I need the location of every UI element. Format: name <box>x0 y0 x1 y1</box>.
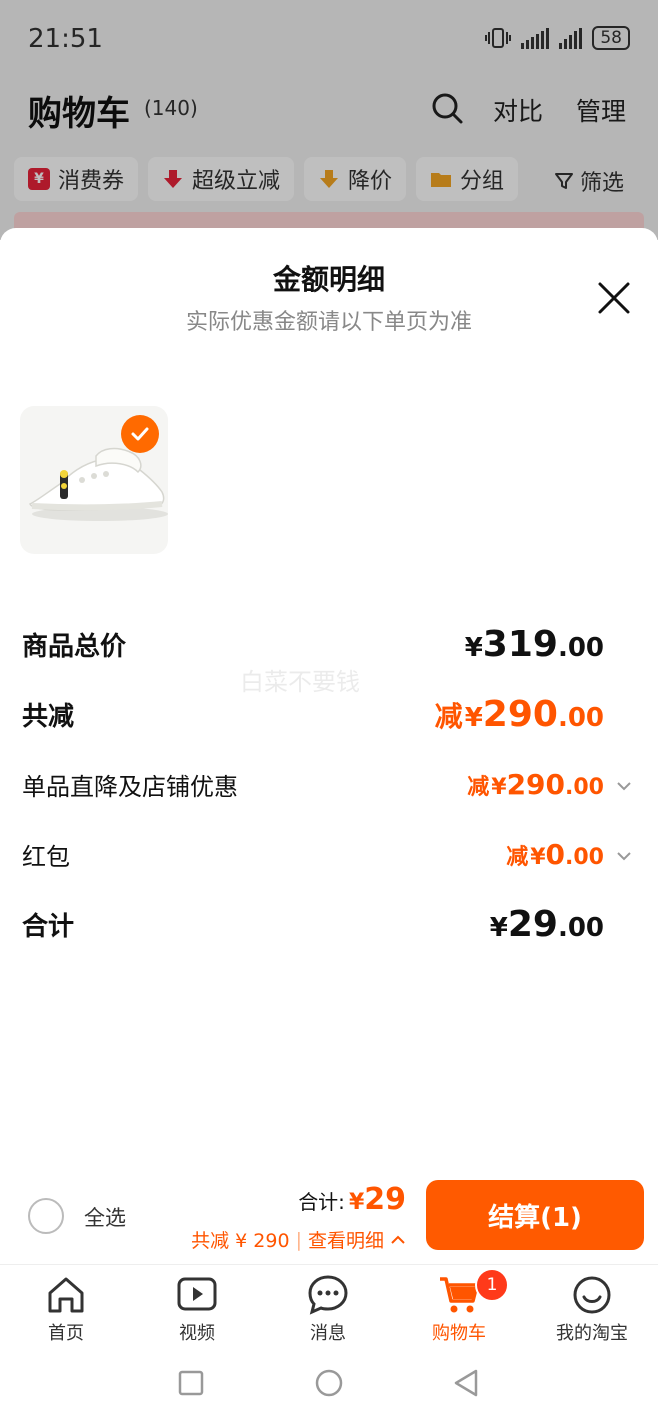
discount-amount: 减 ¥ 290 .00 <box>435 694 604 735</box>
select-all-label[interactable]: 全选 <box>84 1202 126 1232</box>
subtotal-amount: ¥ 319 .00 <box>465 624 604 665</box>
red-packet-amount[interactable]: 减 ¥ 0 .00 <box>506 838 604 871</box>
currency-symbol: ¥ <box>491 775 507 800</box>
saving-text: 共减 ¥ 290 <box>191 1230 290 1252</box>
select-all-checkbox[interactable] <box>28 1198 64 1234</box>
tab-video[interactable]: 视频 <box>131 1265 263 1345</box>
subtotal-label: 商品总价 <box>22 632 127 662</box>
chevron-down-icon[interactable] <box>616 778 632 794</box>
video-icon <box>177 1277 217 1311</box>
cart-badge: 1 <box>475 1268 509 1302</box>
minus-prefix: 减 <box>506 845 529 870</box>
tab-profile[interactable]: 我的淘宝 <box>526 1265 658 1345</box>
amount-integer: 29 <box>507 904 558 945</box>
system-nav-bar <box>0 1350 658 1416</box>
amount-integer: 290 <box>482 694 558 735</box>
store-discount-label: 单品直降及店铺优惠 <box>22 773 238 801</box>
watermark: 白菜不要钱 <box>240 668 360 696</box>
selected-check-icon[interactable] <box>121 415 159 453</box>
total-label: 合计: <box>298 1190 345 1214</box>
bottom-total: 合计: ¥ 29 <box>298 1182 406 1217</box>
store-discount-amount[interactable]: 减 ¥ 290 .00 <box>467 768 604 801</box>
red-packet-label: 红包 <box>22 843 70 871</box>
bottom-tab-bar: 首页 视频 消息 购物车 我的淘宝 <box>0 1264 658 1351</box>
cart-icon <box>440 1277 479 1313</box>
amount-decimal: .00 <box>557 703 604 733</box>
amount-decimal: .00 <box>565 845 604 870</box>
tab-label: 我的淘宝 <box>556 1323 628 1344</box>
discount-label: 共减 <box>22 702 75 732</box>
tab-label: 消息 <box>310 1323 346 1344</box>
chevron-down-icon[interactable] <box>616 848 632 864</box>
back-icon[interactable] <box>452 1368 480 1398</box>
chevron-up-icon <box>391 1235 405 1244</box>
tab-label: 购物车 <box>432 1323 486 1344</box>
currency-symbol: ¥ <box>464 633 483 663</box>
minus-prefix: 减 <box>434 700 463 733</box>
grand-total-label: 合计 <box>22 912 75 942</box>
background-page: 21:51 58 购物车 (140) 对比 管理 ¥ 消费券 超级立减 降价 分… <box>0 0 658 242</box>
sheet-subtitle: 实际优惠金额请以下单页为准 <box>185 310 472 335</box>
amount-decimal: .00 <box>557 913 604 943</box>
profile-icon <box>573 1276 611 1314</box>
message-icon <box>308 1275 348 1315</box>
view-detail-link[interactable]: 查看明细 <box>308 1226 384 1253</box>
amount-integer: 290 <box>506 768 566 801</box>
tab-label: 首页 <box>48 1323 84 1344</box>
checkout-button[interactable]: 结算(1) <box>426 1180 644 1250</box>
currency-symbol: ¥ <box>464 703 483 733</box>
amount-integer: 0 <box>545 838 566 871</box>
close-icon[interactable] <box>596 280 632 316</box>
modal-overlay[interactable] <box>0 0 658 240</box>
home-icon <box>48 1277 84 1313</box>
recent-apps-icon[interactable] <box>178 1370 204 1396</box>
currency-symbol: ¥ <box>530 845 546 870</box>
tab-label: 视频 <box>179 1323 215 1344</box>
amount-decimal: .00 <box>565 775 604 800</box>
grand-total-amount: ¥ 29 .00 <box>490 904 604 945</box>
amount-integer: 319 <box>482 624 558 665</box>
tab-messages[interactable]: 消息 <box>262 1265 394 1345</box>
currency-symbol: ¥ <box>489 913 508 943</box>
divider: | <box>295 1228 302 1251</box>
total-value: 29 <box>364 1182 406 1217</box>
home-circle-icon[interactable] <box>314 1368 344 1398</box>
amount-decimal: .00 <box>557 633 604 663</box>
tab-home[interactable]: 首页 <box>0 1265 132 1345</box>
currency-symbol: ¥ <box>348 1190 365 1215</box>
minus-prefix: 减 <box>467 775 490 800</box>
saving-summary[interactable]: 共减 ¥ 290 | 查看明细 <box>191 1226 406 1253</box>
sheet-title: 金额明细 <box>272 263 385 296</box>
